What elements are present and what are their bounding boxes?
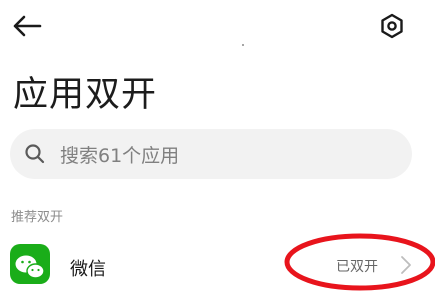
app-name: 微信	[70, 259, 106, 280]
search-placeholder: 搜索61个应用	[60, 145, 180, 167]
hexagon-settings-icon	[381, 13, 403, 39]
decorative-dot	[242, 44, 244, 46]
section-label: 推荐双开	[11, 210, 64, 225]
back-button[interactable]	[10, 10, 46, 42]
search-input[interactable]: 搜索61个应用	[10, 129, 412, 179]
wechat-icon	[10, 244, 50, 284]
arrow-left-icon	[13, 15, 42, 37]
settings-button[interactable]	[374, 8, 410, 44]
app-row-wechat[interactable]: 微信 已双开	[0, 236, 435, 284]
chevron-right-icon	[401, 256, 411, 274]
search-icon	[25, 144, 45, 164]
app-status: 已双开	[336, 259, 378, 275]
page-title: 应用双开	[13, 75, 158, 115]
